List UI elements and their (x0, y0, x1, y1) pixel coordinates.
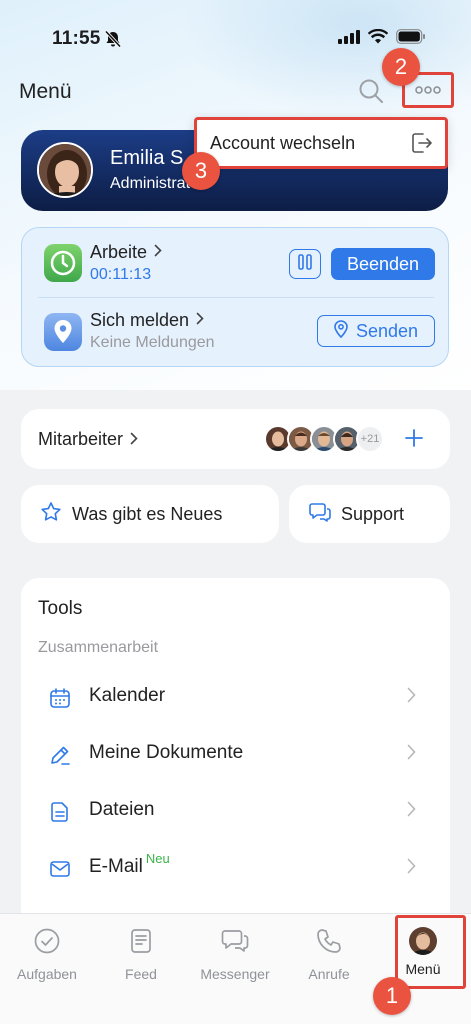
tool-item-files[interactable]: Dateien (21, 787, 450, 843)
tool-label: E-Mail (89, 856, 143, 877)
calendar-icon (49, 687, 71, 709)
work-status-link[interactable]: Arbeite (90, 242, 162, 263)
nav-item-messenger[interactable]: Messenger (188, 927, 282, 999)
wifi-icon (367, 28, 389, 49)
feed-icon (127, 927, 155, 960)
nav-item-calls[interactable]: Anrufe (282, 927, 376, 999)
nav-label: Aufgaben (17, 966, 77, 982)
staff-extra-count: +21 (356, 425, 384, 453)
pen-icon (49, 744, 71, 766)
nav-label: Feed (125, 966, 157, 982)
pause-icon (298, 253, 312, 275)
tool-item-calendar[interactable]: Kalender (21, 673, 450, 729)
status-time: 11:55 (52, 28, 101, 49)
send-location-button[interactable]: Senden (317, 315, 435, 347)
profile-name: Emilia S (110, 147, 184, 169)
chevron-right-icon (407, 744, 416, 765)
end-workday-button[interactable]: Beenden (331, 248, 435, 280)
step-badge-2: 2 (382, 48, 420, 86)
page-title: Menü (19, 80, 72, 103)
tool-label: Kalender (89, 685, 166, 706)
tool-label: Meine Dokumente (89, 742, 244, 763)
work-label: Arbeite (90, 242, 148, 262)
chevron-right-icon (196, 312, 204, 330)
report-link[interactable]: Sich melden (90, 310, 204, 331)
location-pin-icon (334, 319, 348, 343)
plus-icon (404, 424, 424, 454)
time-tracking-card: Arbeite 00:11:13 Beenden Sich melden Kei… (21, 227, 449, 367)
chevron-right-icon (130, 429, 138, 450)
divider (38, 297, 434, 298)
mute-bell-icon (104, 30, 122, 53)
star-icon (40, 501, 62, 528)
logout-icon[interactable] (411, 132, 433, 159)
report-status: Keine Meldungen (90, 334, 215, 351)
work-timer: 00:11:13 (90, 266, 152, 283)
check-circle-icon (33, 927, 61, 960)
status-icons (338, 28, 426, 49)
account-dropdown[interactable]: Account wechseln (194, 117, 448, 169)
report-label: Sich melden (90, 310, 190, 330)
send-label: Senden (355, 320, 419, 341)
timer-app-icon (44, 244, 82, 282)
nav-item-tasks[interactable]: Aufgaben (0, 927, 94, 999)
step-badge-1: 1 (373, 977, 411, 1015)
step-badge-3: 3 (182, 152, 220, 190)
chevron-right-icon (154, 244, 162, 262)
nav-label: Messenger (200, 966, 270, 982)
new-badge: Neu (145, 851, 170, 866)
whats-new-label: Was gibt es Neues (72, 503, 223, 524)
switch-account-label[interactable]: Account wechseln (210, 133, 355, 154)
battery-icon (396, 29, 426, 49)
staff-avatars: +21 (264, 425, 384, 453)
search-icon (358, 79, 384, 108)
chevron-right-icon (407, 687, 416, 708)
chevron-right-icon (407, 801, 416, 822)
tool-label-container: E-Mail Neu (89, 851, 170, 878)
chevron-right-icon (407, 858, 416, 879)
whats-new-button[interactable]: Was gibt es Neues (21, 485, 279, 543)
location-app-icon (44, 313, 82, 351)
nav-item-feed[interactable]: Feed (94, 927, 188, 999)
add-staff-button[interactable] (404, 424, 424, 455)
tool-item-documents[interactable]: Meine Dokumente (21, 730, 450, 786)
signal-icon (338, 29, 360, 49)
nav-label: Anrufe (308, 966, 350, 982)
phone-icon (315, 927, 343, 960)
search-button[interactable] (358, 78, 386, 106)
tool-label: Dateien (89, 799, 155, 820)
tools-title: Tools (38, 598, 83, 619)
file-icon (49, 801, 71, 823)
support-label: Support (341, 503, 405, 524)
staff-link[interactable]: Mitarbeiter (38, 429, 138, 450)
support-button[interactable]: Support (289, 485, 450, 543)
staff-label: Mitarbeiter (38, 429, 124, 449)
profile-avatar (37, 142, 93, 198)
tool-item-email[interactable]: E-Mail Neu (21, 844, 450, 900)
pause-button[interactable] (289, 249, 321, 279)
annotation-box-menu (395, 915, 466, 989)
more-horizontal-icon (415, 81, 441, 99)
staff-card[interactable]: Mitarbeiter +21 (21, 409, 450, 469)
chat-bubbles-icon (309, 502, 331, 527)
chat-icon (221, 927, 249, 960)
mail-icon (49, 858, 71, 880)
tools-section-label: Zusammenarbeit (38, 639, 159, 656)
